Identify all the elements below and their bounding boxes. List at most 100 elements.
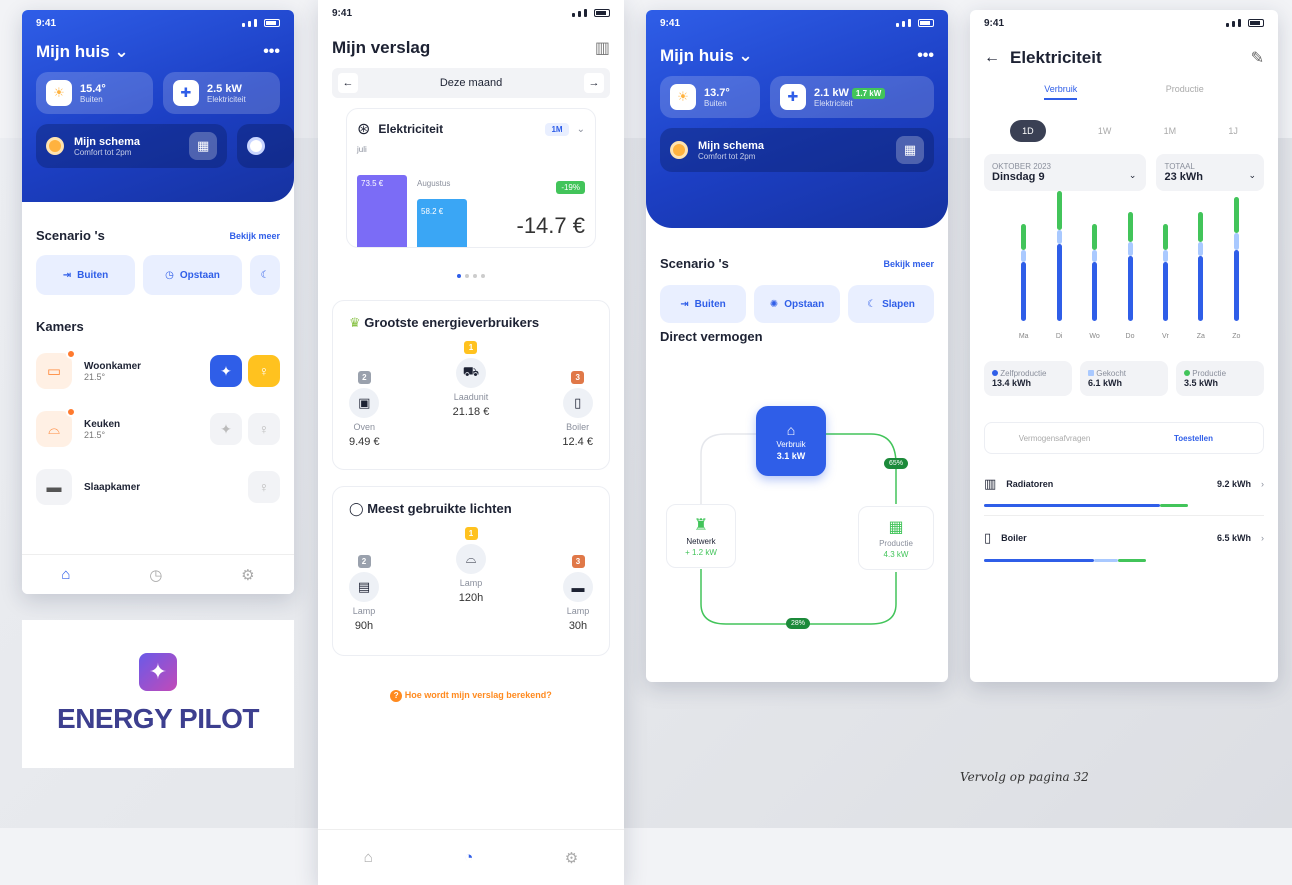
- chart-bar-segment: [1021, 262, 1027, 321]
- home-icon[interactable]: ⌂: [61, 566, 70, 583]
- chevron-right-icon: ›: [1261, 479, 1264, 489]
- range-1w[interactable]: 1W: [1098, 126, 1112, 136]
- scenario-opstaan[interactable]: ◷ Opstaan: [143, 255, 242, 295]
- scenarios-more-link[interactable]: Bekijk meer: [229, 231, 280, 241]
- chart-icon[interactable]: ▥: [595, 38, 610, 58]
- consumer-item[interactable]: 2 ▣ Oven 9.49 €: [349, 371, 380, 448]
- range-1j[interactable]: 1J: [1228, 126, 1238, 136]
- range-1m[interactable]: 1M: [1164, 126, 1177, 136]
- back-arrow-icon[interactable]: ←: [984, 49, 1000, 67]
- light-item[interactable]: 1 ⌓ Lamp 120h: [456, 527, 486, 632]
- flow-percent-right: 65%: [884, 458, 909, 469]
- scenarios-more-link[interactable]: Bekijk meer: [883, 259, 934, 269]
- bottom-nav: ⌂ ◔ ⚙: [318, 829, 624, 885]
- light-toggle[interactable]: ♀: [248, 413, 280, 445]
- toggle-toestellen[interactable]: Toestellen: [1124, 434, 1263, 443]
- report-icon[interactable]: ◔: [464, 849, 473, 866]
- chart-bar-segment: [1021, 250, 1027, 263]
- consumer-item[interactable]: 3 ▯ Boiler 12.4 €: [562, 371, 593, 448]
- range-1d[interactable]: 1D: [1010, 120, 1046, 142]
- chevron-down-icon[interactable]: ⌄: [577, 124, 585, 135]
- light-item[interactable]: 2 ▤ Lamp 90h: [349, 555, 379, 632]
- room-slaapkamer[interactable]: ▬ Slaapkamer ♀: [22, 458, 294, 516]
- trophy-icon: ♛: [349, 315, 361, 330]
- light-item[interactable]: 3 ▬ Lamp 30h: [563, 555, 593, 632]
- edit-icon[interactable]: ✎: [1251, 48, 1264, 68]
- scenario-buiten[interactable]: ⇥ Buiten: [36, 255, 135, 295]
- grid-node[interactable]: ♜ Netwerk + 1.2 kW: [666, 504, 736, 568]
- period-toggle[interactable]: 1M: [545, 122, 569, 136]
- prev-period-button[interactable]: ←: [338, 73, 358, 93]
- room-keuken[interactable]: ⌓ Keuken 21.5° ✦ ♀: [22, 400, 294, 458]
- home-icon[interactable]: ⌂: [364, 849, 373, 866]
- bottom-nav: ⌂ ◷ ⚙: [22, 554, 294, 594]
- total-picker[interactable]: TOTAAL 23 kWh ⌄: [1156, 154, 1264, 191]
- phone-screen-home: 9:41 Mijn huis ⌄ ••• ☀ 15.4° Buiten ✚ 2.5 k…: [22, 10, 294, 594]
- consumer-item[interactable]: 1 ⛟ Laadunit 21.18 €: [453, 341, 489, 448]
- current-month-bar: 58.2 €: [417, 199, 467, 247]
- heating-toggle[interactable]: ✦: [210, 355, 242, 387]
- home-title[interactable]: Mijn huis ⌄: [660, 46, 753, 66]
- scenario-slapen[interactable]: ☾ Slapen: [848, 285, 934, 323]
- battery-icon: [594, 9, 610, 17]
- boiler-icon: ▯: [562, 388, 593, 418]
- consumption-node[interactable]: ⌂ Verbruik 3.1 kW: [756, 406, 826, 476]
- scenario-slapen[interactable]: ☾: [250, 255, 280, 295]
- chevron-right-icon: ›: [1261, 533, 1264, 543]
- toggle-vermogensafvragen[interactable]: Vermogensafvragen: [985, 434, 1124, 443]
- top-consumers-card: ♛ Grootste energieverbruikers 2 ▣ Oven 9.49…: [332, 300, 610, 470]
- outdoor-temp-chip[interactable]: ☀ 15.4° Buiten: [36, 72, 153, 114]
- schedule-card[interactable]: Mijn schema Comfort tot 2pm ▦: [660, 128, 934, 172]
- usage-tabs: Verbruik Productie: [970, 76, 1278, 108]
- outdoor-temp-chip[interactable]: ☀ 13.7° Buiten: [660, 76, 760, 118]
- next-period-button[interactable]: →: [584, 73, 604, 93]
- lamp-icon: ▤: [349, 572, 379, 602]
- report-title: Mijn verslag: [332, 38, 431, 57]
- scenario-buiten[interactable]: ⇥ Buiten: [660, 285, 746, 323]
- chart-bar-segment: [1127, 212, 1133, 242]
- signal-icon: [242, 19, 280, 27]
- chart-x-tick: Wo: [1089, 333, 1100, 340]
- electricity-report-card[interactable]: ⊛ Elektriciteit 1M ⌄ juli 73.5 € Augustus 5…: [346, 108, 596, 248]
- chevron-down-icon: ⌄: [1248, 170, 1256, 180]
- scenario-opstaan[interactable]: ✺ Opstaan: [754, 285, 840, 323]
- electricity-chip[interactable]: ✚ 2.1 kW 1.7 kW Elektriciteit: [770, 76, 934, 118]
- more-icon[interactable]: •••: [917, 47, 934, 65]
- schedule-card-next[interactable]: [237, 124, 294, 168]
- tab-verbruik[interactable]: Verbruik: [1044, 84, 1078, 100]
- device-row-boiler[interactable]: ▯ Boiler 6.5 kWh ›: [984, 530, 1264, 570]
- heating-toggle[interactable]: ✦: [210, 413, 242, 445]
- status-bar: 9:41: [970, 10, 1278, 36]
- chart-bar-segment: [1162, 223, 1168, 251]
- gear-icon[interactable]: ⚙: [241, 566, 254, 584]
- direct-power-title: Direct vermogen: [660, 329, 763, 344]
- scenarios-header: Scenario 's Bekijk meer: [660, 256, 934, 271]
- calendar-icon[interactable]: ▦: [189, 132, 218, 160]
- electricity-chip[interactable]: ✚ 2.5 kW Elektriciteit: [163, 72, 280, 114]
- report-help-link[interactable]: ? Hoe wordt mijn verslag berekend?: [318, 690, 624, 702]
- bolt-icon: ⊛: [357, 121, 371, 138]
- light-toggle[interactable]: ♀: [248, 471, 280, 503]
- house-icon: ⌂: [786, 421, 796, 438]
- tab-productie[interactable]: Productie: [1166, 84, 1204, 100]
- gear-icon[interactable]: ⚙: [565, 849, 578, 867]
- period-label[interactable]: Deze maand: [440, 77, 502, 89]
- pot-icon: ⌓: [36, 407, 76, 447]
- chart-bar-segment: [1056, 244, 1062, 321]
- chart-bar-segment: [1092, 250, 1098, 263]
- date-picker[interactable]: OKTOBER 2023 Dinsdag 9 ⌄: [984, 154, 1147, 191]
- sunrise-icon: ◷: [165, 269, 174, 281]
- production-node[interactable]: ▦ Productie 4.3 kW: [858, 506, 934, 570]
- schedule-dot-icon: [46, 137, 64, 155]
- clock-icon[interactable]: ◷: [149, 566, 162, 584]
- battery-icon: [918, 19, 934, 27]
- room-woonkamer[interactable]: ▭ Woonkamer 21.5° ✦ ♀: [22, 342, 294, 400]
- schedule-card[interactable]: Mijn schema Comfort tot 2pm ▦: [36, 124, 228, 168]
- more-icon[interactable]: •••: [263, 43, 280, 61]
- page-canvas: 9:41 Mijn huis ⌄ ••• ☀ 15.4° Buiten ✚ 2.5 k…: [0, 0, 1292, 885]
- calendar-icon[interactable]: ▦: [896, 136, 924, 164]
- info-icon: ?: [390, 690, 403, 702]
- device-row-radiatoren[interactable]: ▥ Radiatoren 9.2 kWh ›: [984, 476, 1264, 516]
- light-toggle[interactable]: ♀: [248, 355, 280, 387]
- home-title[interactable]: Mijn huis ⌄: [36, 42, 129, 62]
